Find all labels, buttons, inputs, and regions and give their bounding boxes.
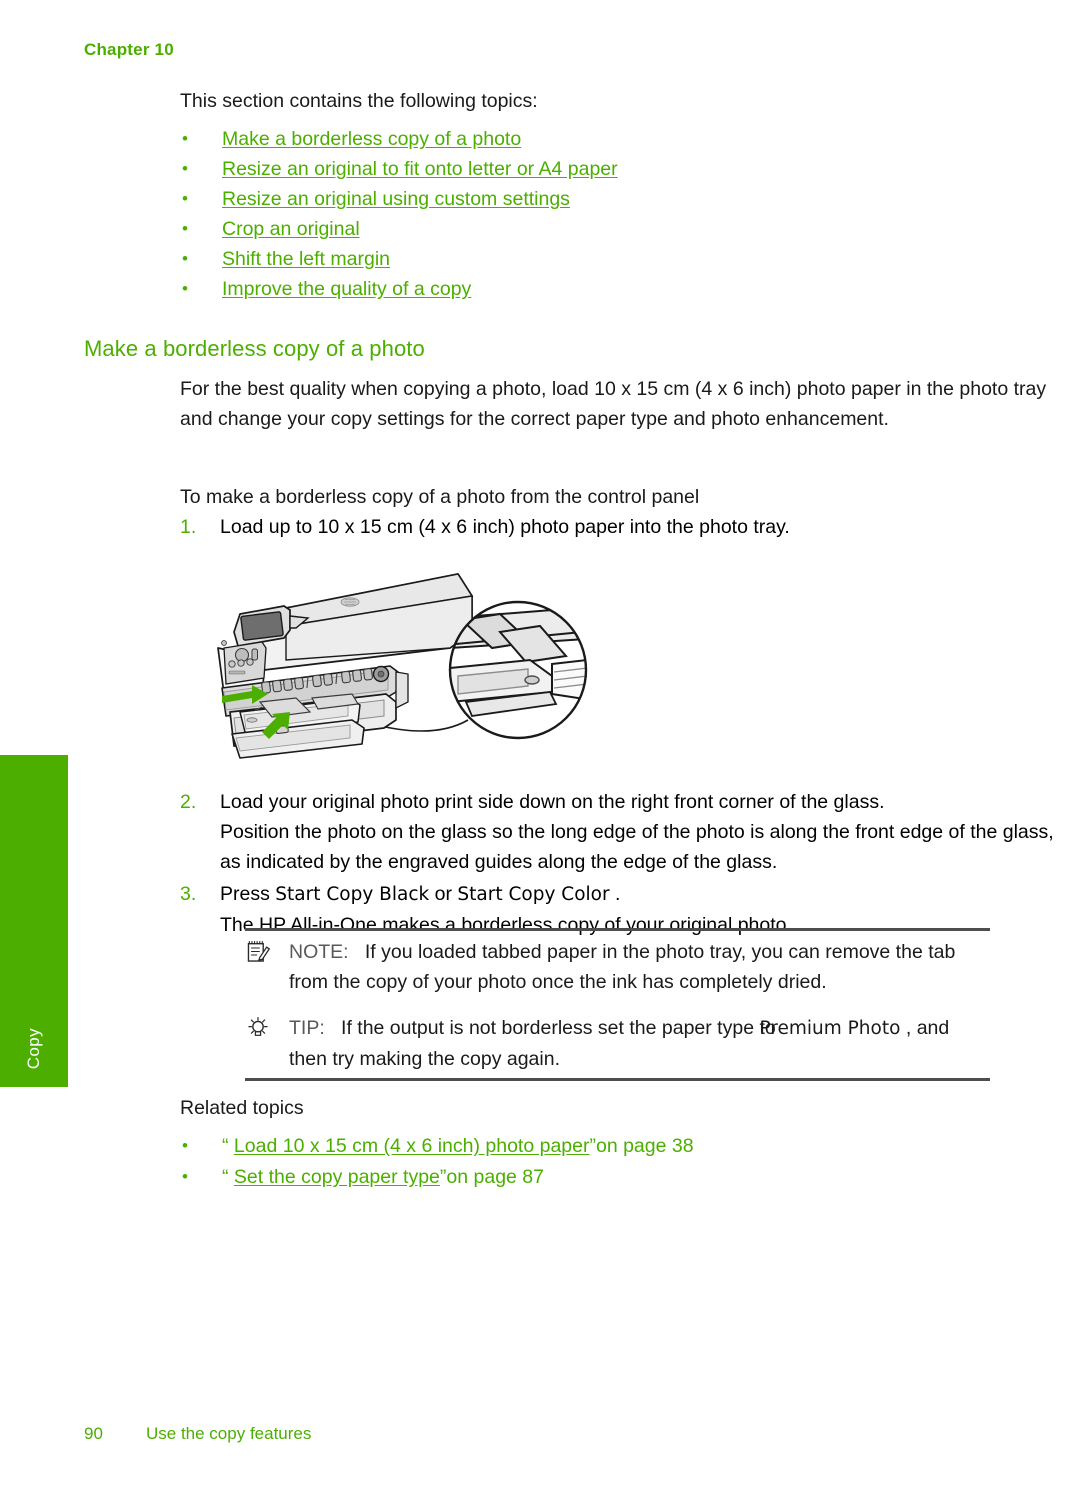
- step-number: 1.: [180, 516, 197, 538]
- bullet-icon: •: [182, 1167, 188, 1186]
- hp-all-in-one-photo-tray-illustration: [200, 552, 620, 772]
- list-item: • Shift the left margin: [180, 244, 1060, 274]
- footer-page-number: 90: [84, 1424, 103, 1443]
- related-topics-list: • “ Load 10 x 15 cm (4 x 6 inch) photo p…: [180, 1131, 1060, 1193]
- related-link-set-copy-paper-type[interactable]: Set the copy paper type: [234, 1166, 440, 1188]
- open-quote: “: [222, 1166, 229, 1188]
- side-tab-label: Copy: [24, 1027, 43, 1069]
- list-item: • Crop an original: [180, 214, 1060, 244]
- note-icon: [245, 939, 275, 967]
- note-text: If you loaded tabbed paper in the photo …: [289, 941, 956, 993]
- footer-running-title: Use the copy features: [146, 1424, 312, 1443]
- printer-diagram-svg: [217, 573, 588, 759]
- step-text: Load your original photo print side down…: [220, 791, 885, 813]
- bullet-icon: •: [182, 189, 188, 208]
- bullet-icon: •: [182, 129, 188, 148]
- bullet-icon: •: [182, 159, 188, 178]
- bullet-icon: •: [182, 219, 188, 238]
- step-number: 3.: [180, 883, 197, 905]
- note-keyword: NOTE:: [289, 941, 349, 963]
- list-item: • Resize an original using custom settin…: [180, 184, 1060, 214]
- topic-link-improve-quality[interactable]: Improve the quality of a copy: [222, 278, 471, 300]
- topic-link-list: • Make a borderless copy of a photo • Re…: [180, 124, 1060, 304]
- page-reference: on page 38: [595, 1135, 694, 1157]
- step-text-after: .: [609, 883, 621, 905]
- page-reference: on page 87: [446, 1166, 544, 1188]
- section-paragraph: For the best quality when copying a phot…: [180, 378, 1047, 430]
- list-item: • “ Set the copy paper type”on page 87: [180, 1162, 1060, 1193]
- related-link-load-photo-paper[interactable]: Load 10 x 15 cm (4 x 6 inch) photo paper: [234, 1135, 590, 1157]
- step-text: Load up to 10 x 15 cm (4 x 6 inch) photo…: [220, 516, 790, 538]
- procedure-steps-part2: 2. Load your original photo print side d…: [180, 787, 1060, 942]
- topic-link-resize-fit-letter-a4[interactable]: Resize an original to fit onto letter or…: [222, 158, 618, 180]
- related-topics-block: Related topics • “ Load 10 x 15 cm (4 x …: [180, 1093, 1060, 1193]
- list-item: • Resize an original to fit onto letter …: [180, 154, 1060, 184]
- list-item: • Improve the quality of a copy: [180, 274, 1060, 304]
- tip-keyword: TIP:: [289, 1017, 325, 1039]
- topic-link-resize-custom-settings[interactable]: Resize an original using custom settings: [222, 188, 570, 210]
- intro-lead: This section contains the following topi…: [180, 90, 538, 112]
- tip-text-before: If the output is not borderless set the …: [341, 1017, 760, 1039]
- tip-admonition: TIP: If the output is not borderless set…: [245, 1007, 990, 1078]
- bullet-icon: •: [182, 1136, 188, 1155]
- topic-link-crop-original[interactable]: Crop an original: [222, 218, 360, 240]
- step-text-before: Press: [220, 883, 276, 905]
- page-footer: 90 Use the copy features: [84, 1424, 984, 1444]
- bullet-icon: •: [182, 249, 188, 268]
- intro-block: This section contains the following topi…: [180, 86, 1060, 304]
- lightbulb-icon: [245, 1015, 275, 1043]
- step-text-middle: or: [429, 883, 458, 905]
- step-number: 2.: [180, 791, 197, 813]
- step-detail: Position the photo on the glass so the l…: [220, 821, 1054, 873]
- admonition-group: NOTE: If you loaded tabbed paper in the …: [245, 928, 990, 1081]
- procedure-title: To make a borderless copy of a photo fro…: [180, 486, 700, 508]
- chapter-label: Chapter 10: [84, 40, 174, 59]
- step-1: 1. Load up to 10 x 15 cm (4 x 6 inch) ph…: [180, 512, 1060, 542]
- ui-value-premium-photo: Premium Photo: [759, 1018, 901, 1039]
- open-quote: “: [222, 1135, 229, 1157]
- bullet-icon: •: [182, 279, 188, 298]
- step-2: 2. Load your original photo print side d…: [180, 787, 1060, 877]
- list-item: • Make a borderless copy of a photo: [180, 124, 1060, 154]
- topic-link-shift-left-margin[interactable]: Shift the left margin: [222, 248, 390, 270]
- topic-link-make-borderless-copy[interactable]: Make a borderless copy of a photo: [222, 128, 521, 150]
- ui-button-name-start-copy-color: Start Copy Color: [457, 884, 610, 905]
- related-topics-title: Related topics: [180, 1097, 304, 1119]
- note-admonition: NOTE: If you loaded tabbed paper in the …: [245, 931, 990, 1001]
- procedure-steps-part1: 1. Load up to 10 x 15 cm (4 x 6 inch) ph…: [180, 512, 1060, 544]
- ui-button-name-start-copy-black: Start Copy Black: [275, 884, 430, 905]
- section-heading: Make a borderless copy of a photo: [84, 336, 425, 361]
- list-item: • “ Load 10 x 15 cm (4 x 6 inch) photo p…: [180, 1131, 1060, 1162]
- admonition-bottom-rule: [245, 1078, 990, 1081]
- side-tab-copy: Copy: [0, 755, 68, 1087]
